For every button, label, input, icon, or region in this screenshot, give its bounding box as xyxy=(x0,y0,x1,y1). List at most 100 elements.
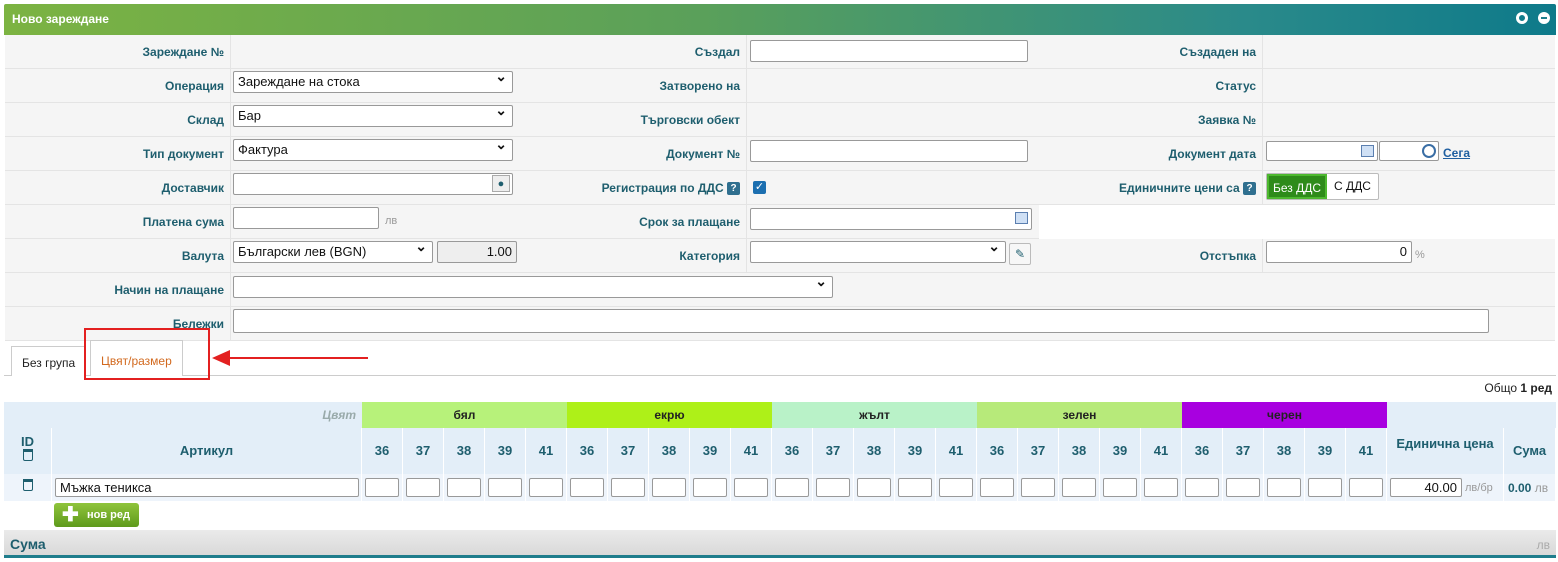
size-header: 37 xyxy=(813,428,854,474)
doc-time-input[interactable] xyxy=(1379,141,1439,161)
color-white: бял xyxy=(362,402,567,428)
now-link[interactable]: Сега xyxy=(1443,146,1470,160)
add-row-button[interactable]: ✚ нов ред xyxy=(54,503,139,527)
highlight-box xyxy=(84,328,210,380)
calendar-icon[interactable] xyxy=(1015,212,1028,224)
unit-price-header: Единична цена xyxy=(1387,428,1504,474)
size-header: 39 xyxy=(485,428,526,474)
no-vat-button[interactable]: Без ДДС xyxy=(1267,174,1327,199)
doc-no-input[interactable] xyxy=(750,140,1028,162)
clock-icon[interactable] xyxy=(1422,144,1436,158)
gear-icon[interactable] xyxy=(1516,12,1528,24)
size-header: 39 xyxy=(1305,428,1346,474)
size-header: 36 xyxy=(977,428,1018,474)
size-qty-input[interactable] xyxy=(857,478,891,497)
article-input[interactable]: Мъжка теникса xyxy=(55,478,359,497)
category-label: Категория xyxy=(523,239,747,273)
size-qty-input[interactable] xyxy=(898,478,932,497)
trash-icon[interactable] xyxy=(22,449,33,461)
size-header: 38 xyxy=(854,428,895,474)
size-qty-input[interactable] xyxy=(980,478,1014,497)
size-qty-input[interactable] xyxy=(447,478,481,497)
size-qty-input[interactable] xyxy=(611,478,645,497)
size-header: 37 xyxy=(608,428,649,474)
size-qty-input[interactable] xyxy=(816,478,850,497)
size-qty-input[interactable] xyxy=(1144,478,1178,497)
plus-icon: ✚ xyxy=(62,504,79,526)
size-qty-input[interactable] xyxy=(693,478,727,497)
size-header: 41 xyxy=(526,428,567,474)
unit-price-unit: лв/бр xyxy=(1465,482,1493,494)
annotation-arrow-head xyxy=(212,350,230,366)
size-qty-input[interactable] xyxy=(775,478,809,497)
loading-no-label: Зареждане № xyxy=(5,35,231,69)
size-qty-input[interactable] xyxy=(1267,478,1301,497)
sum-label: Сума xyxy=(10,536,46,552)
size-header: 41 xyxy=(731,428,772,474)
calendar-icon[interactable] xyxy=(1361,145,1374,157)
size-qty-input[interactable] xyxy=(1308,478,1342,497)
size-header: 37 xyxy=(1223,428,1264,474)
size-header: 41 xyxy=(1141,428,1182,474)
sum-unit: лв xyxy=(1536,538,1550,552)
size-qty-input[interactable] xyxy=(406,478,440,497)
size-qty-input[interactable] xyxy=(1103,478,1137,497)
size-qty-input[interactable] xyxy=(365,478,399,497)
size-qty-input[interactable] xyxy=(1185,478,1219,497)
created-by-input[interactable] xyxy=(750,40,1028,62)
size-qty-input[interactable] xyxy=(1349,478,1383,497)
collapse-icon[interactable] xyxy=(1538,12,1550,24)
total-count: Общо 1 ред xyxy=(1484,381,1552,395)
vat-reg-checkbox[interactable]: ✓ xyxy=(753,181,766,194)
help-icon[interactable]: ? xyxy=(727,182,740,196)
discount-input[interactable]: 0 xyxy=(1266,241,1412,263)
category-select[interactable] xyxy=(750,238,1006,263)
currency-select[interactable]: Български лев (BGN) xyxy=(233,238,433,263)
color-green: зелен xyxy=(977,402,1182,428)
operation-select[interactable]: Зареждане на стока xyxy=(233,68,513,93)
operation-label: Операция xyxy=(5,69,231,103)
size-header: 39 xyxy=(1100,428,1141,474)
sum-header: Сума xyxy=(1504,428,1556,474)
size-qty-input[interactable] xyxy=(652,478,686,497)
size-qty-input[interactable] xyxy=(734,478,768,497)
warehouse-select[interactable]: Бар xyxy=(233,102,513,127)
size-qty-input[interactable] xyxy=(570,478,604,497)
tab-no-group[interactable]: Без група xyxy=(11,346,87,376)
size-qty-input[interactable] xyxy=(488,478,522,497)
rate-input[interactable]: 1.00 xyxy=(437,241,517,263)
unit-price-input[interactable]: 40.00 xyxy=(1390,478,1462,497)
color-ecru: екрю xyxy=(567,402,772,428)
closed-on-label: Затворено на xyxy=(523,69,747,103)
color-yellow: жълт xyxy=(772,402,977,428)
size-qty-input[interactable] xyxy=(1226,478,1260,497)
help-icon[interactable]: ? xyxy=(1243,182,1256,196)
payment-method-select[interactable] xyxy=(233,273,833,298)
with-vat-button[interactable]: С ДДС xyxy=(1327,174,1378,199)
created-by-label: Създал xyxy=(523,35,747,69)
paid-input[interactable] xyxy=(233,207,379,229)
tab-bar: Без група Цвят/размер xyxy=(4,336,1556,376)
size-qty-input[interactable] xyxy=(1021,478,1055,497)
pencil-icon[interactable]: ✎ xyxy=(1009,243,1031,265)
currency-label: Валута xyxy=(5,239,231,273)
size-header: 39 xyxy=(895,428,936,474)
size-header: 36 xyxy=(362,428,403,474)
doc-date-input[interactable] xyxy=(1266,141,1378,161)
unit-prices-label: Единичните цени са xyxy=(1119,181,1240,195)
delete-row-icon[interactable] xyxy=(22,479,33,491)
vat-reg-label: Регистрация по ДДС xyxy=(601,181,724,195)
size-header: 38 xyxy=(1264,428,1305,474)
user-icon[interactable]: ● xyxy=(492,175,510,192)
size-qty-input[interactable] xyxy=(939,478,973,497)
size-qty-input[interactable] xyxy=(529,478,563,497)
status-label: Статус xyxy=(1039,69,1263,103)
id-header: ID xyxy=(4,428,52,474)
supplier-input[interactable]: ● xyxy=(233,173,513,195)
article-header: Артикул xyxy=(52,428,362,474)
due-date-input[interactable] xyxy=(750,208,1032,230)
doc-date-label: Документ дата xyxy=(1039,137,1263,171)
size-qty-input[interactable] xyxy=(1062,478,1096,497)
notes-textarea[interactable] xyxy=(233,309,1489,333)
doc-type-select[interactable]: Фактура xyxy=(233,136,513,161)
